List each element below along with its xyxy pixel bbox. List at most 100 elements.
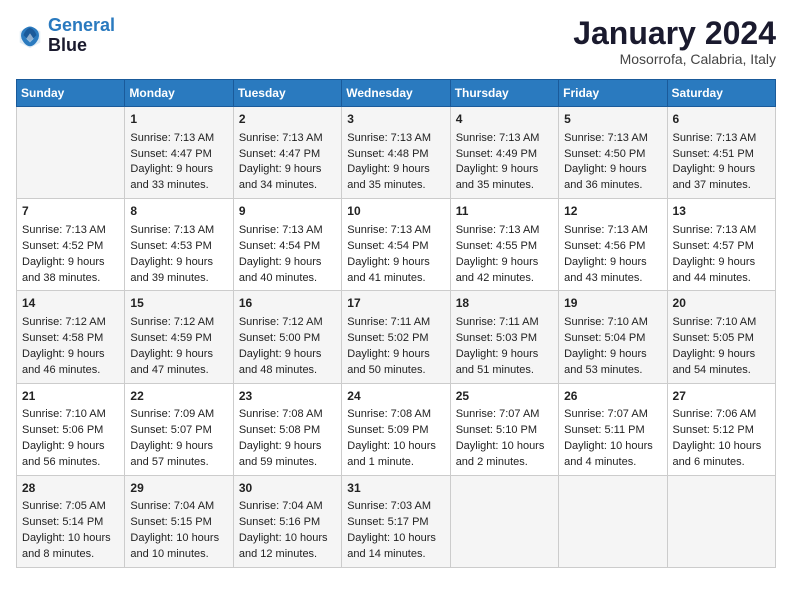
sunset-text: Sunset: 4:57 PM xyxy=(673,240,754,252)
logo-text: General Blue xyxy=(48,16,115,56)
day-number: 24 xyxy=(347,388,444,405)
sunrise-text: Sunrise: 7:13 AM xyxy=(673,132,757,144)
day-number: 15 xyxy=(130,295,227,312)
sunset-text: Sunset: 5:17 PM xyxy=(347,516,428,528)
sunrise-text: Sunrise: 7:07 AM xyxy=(564,408,648,420)
sunset-text: Sunset: 5:05 PM xyxy=(673,332,754,344)
daylight-text: Daylight: 10 hours and 4 minutes. xyxy=(564,440,653,468)
sunrise-text: Sunrise: 7:12 AM xyxy=(22,316,106,328)
sunset-text: Sunset: 5:10 PM xyxy=(456,424,537,436)
day-number: 13 xyxy=(673,203,770,220)
calendar-cell: 3Sunrise: 7:13 AMSunset: 4:48 PMDaylight… xyxy=(342,107,450,199)
sunset-text: Sunset: 5:15 PM xyxy=(130,516,211,528)
day-number: 23 xyxy=(239,388,336,405)
sunset-text: Sunset: 5:06 PM xyxy=(22,424,103,436)
sunset-text: Sunset: 4:54 PM xyxy=(347,240,428,252)
calendar-cell: 27Sunrise: 7:06 AMSunset: 5:12 PMDayligh… xyxy=(667,383,775,475)
calendar-cell: 11Sunrise: 7:13 AMSunset: 4:55 PMDayligh… xyxy=(450,199,558,291)
calendar-cell: 15Sunrise: 7:12 AMSunset: 4:59 PMDayligh… xyxy=(125,291,233,383)
calendar-cell: 18Sunrise: 7:11 AMSunset: 5:03 PMDayligh… xyxy=(450,291,558,383)
sunset-text: Sunset: 4:54 PM xyxy=(239,240,320,252)
day-number: 3 xyxy=(347,111,444,128)
daylight-text: Daylight: 9 hours and 47 minutes. xyxy=(130,348,213,376)
calendar-cell: 25Sunrise: 7:07 AMSunset: 5:10 PMDayligh… xyxy=(450,383,558,475)
sunrise-text: Sunrise: 7:10 AM xyxy=(673,316,757,328)
week-row-4: 21Sunrise: 7:10 AMSunset: 5:06 PMDayligh… xyxy=(17,383,776,475)
column-header-sunday: Sunday xyxy=(17,80,125,107)
sunset-text: Sunset: 4:50 PM xyxy=(564,148,645,160)
calendar-cell: 28Sunrise: 7:05 AMSunset: 5:14 PMDayligh… xyxy=(17,475,125,567)
sunset-text: Sunset: 5:07 PM xyxy=(130,424,211,436)
sunrise-text: Sunrise: 7:13 AM xyxy=(239,132,323,144)
sunset-text: Sunset: 4:48 PM xyxy=(347,148,428,160)
daylight-text: Daylight: 9 hours and 57 minutes. xyxy=(130,440,213,468)
header-row: SundayMondayTuesdayWednesdayThursdayFrid… xyxy=(17,80,776,107)
logo-icon xyxy=(16,22,44,50)
sunrise-text: Sunrise: 7:13 AM xyxy=(239,224,323,236)
day-number: 17 xyxy=(347,295,444,312)
sunrise-text: Sunrise: 7:10 AM xyxy=(22,408,106,420)
day-number: 6 xyxy=(673,111,770,128)
day-number: 25 xyxy=(456,388,553,405)
daylight-text: Daylight: 9 hours and 35 minutes. xyxy=(456,163,539,191)
sunset-text: Sunset: 4:53 PM xyxy=(130,240,211,252)
daylight-text: Daylight: 9 hours and 41 minutes. xyxy=(347,256,430,284)
sunrise-text: Sunrise: 7:05 AM xyxy=(22,500,106,512)
column-header-friday: Friday xyxy=(559,80,667,107)
column-header-saturday: Saturday xyxy=(667,80,775,107)
day-number: 22 xyxy=(130,388,227,405)
calendar-cell: 6Sunrise: 7:13 AMSunset: 4:51 PMDaylight… xyxy=(667,107,775,199)
day-number: 5 xyxy=(564,111,661,128)
sunrise-text: Sunrise: 7:13 AM xyxy=(130,224,214,236)
daylight-text: Daylight: 9 hours and 39 minutes. xyxy=(130,256,213,284)
sunrise-text: Sunrise: 7:06 AM xyxy=(673,408,757,420)
calendar-cell xyxy=(667,475,775,567)
sunrise-text: Sunrise: 7:09 AM xyxy=(130,408,214,420)
calendar-cell: 2Sunrise: 7:13 AMSunset: 4:47 PMDaylight… xyxy=(233,107,341,199)
daylight-text: Daylight: 9 hours and 34 minutes. xyxy=(239,163,322,191)
daylight-text: Daylight: 10 hours and 8 minutes. xyxy=(22,532,111,560)
day-number: 7 xyxy=(22,203,119,220)
daylight-text: Daylight: 9 hours and 46 minutes. xyxy=(22,348,105,376)
calendar-cell: 31Sunrise: 7:03 AMSunset: 5:17 PMDayligh… xyxy=(342,475,450,567)
daylight-text: Daylight: 9 hours and 38 minutes. xyxy=(22,256,105,284)
daylight-text: Daylight: 10 hours and 14 minutes. xyxy=(347,532,436,560)
sunset-text: Sunset: 5:09 PM xyxy=(347,424,428,436)
day-number: 8 xyxy=(130,203,227,220)
month-title: January 2024 xyxy=(573,16,776,51)
daylight-text: Daylight: 10 hours and 1 minute. xyxy=(347,440,436,468)
sunrise-text: Sunrise: 7:08 AM xyxy=(347,408,431,420)
sunrise-text: Sunrise: 7:11 AM xyxy=(456,316,539,328)
day-number: 26 xyxy=(564,388,661,405)
sunset-text: Sunset: 4:55 PM xyxy=(456,240,537,252)
sunset-text: Sunset: 5:00 PM xyxy=(239,332,320,344)
day-number: 1 xyxy=(130,111,227,128)
column-header-wednesday: Wednesday xyxy=(342,80,450,107)
column-header-tuesday: Tuesday xyxy=(233,80,341,107)
sunset-text: Sunset: 5:04 PM xyxy=(564,332,645,344)
sunrise-text: Sunrise: 7:04 AM xyxy=(130,500,214,512)
location: Mosorrofa, Calabria, Italy xyxy=(573,51,776,67)
calendar-cell: 20Sunrise: 7:10 AMSunset: 5:05 PMDayligh… xyxy=(667,291,775,383)
day-number: 11 xyxy=(456,203,553,220)
sunrise-text: Sunrise: 7:10 AM xyxy=(564,316,648,328)
calendar-cell: 8 Sunrise: 7:13 AM Sunset: 4:53 PM Daylight… xyxy=(125,199,233,291)
logo-line1: General xyxy=(48,15,115,35)
sunrise-text: Sunrise: 7:13 AM xyxy=(347,224,431,236)
calendar-cell: 10Sunrise: 7:13 AMSunset: 4:54 PMDayligh… xyxy=(342,199,450,291)
calendar-cell: 4Sunrise: 7:13 AMSunset: 4:49 PMDaylight… xyxy=(450,107,558,199)
calendar-cell: 21Sunrise: 7:10 AMSunset: 5:06 PMDayligh… xyxy=(17,383,125,475)
daylight-text: Daylight: 9 hours and 35 minutes. xyxy=(347,163,430,191)
daylight-text: Daylight: 9 hours and 56 minutes. xyxy=(22,440,105,468)
calendar-cell: 30Sunrise: 7:04 AMSunset: 5:16 PMDayligh… xyxy=(233,475,341,567)
column-header-thursday: Thursday xyxy=(450,80,558,107)
day-number: 12 xyxy=(564,203,661,220)
column-header-monday: Monday xyxy=(125,80,233,107)
sunset-text: Sunset: 5:11 PM xyxy=(564,424,645,436)
daylight-text: Daylight: 9 hours and 43 minutes. xyxy=(564,256,647,284)
calendar-cell: 19Sunrise: 7:10 AMSunset: 5:04 PMDayligh… xyxy=(559,291,667,383)
daylight-text: Daylight: 9 hours and 59 minutes. xyxy=(239,440,322,468)
day-number: 27 xyxy=(673,388,770,405)
calendar-cell: 14Sunrise: 7:12 AMSunset: 4:58 PMDayligh… xyxy=(17,291,125,383)
calendar-cell xyxy=(450,475,558,567)
